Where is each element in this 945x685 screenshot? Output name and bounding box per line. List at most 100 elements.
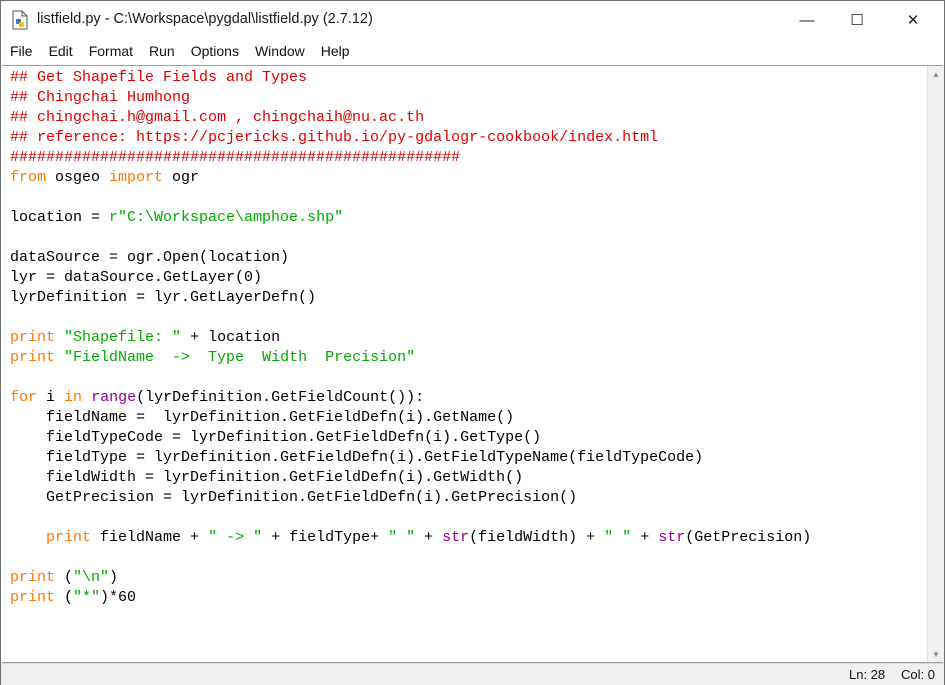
menu-format[interactable]: Format — [81, 39, 141, 63]
code-token-keyword: print — [10, 569, 56, 586]
code-token-plain: fieldName + — [91, 529, 209, 546]
code-token-keyword: from — [10, 169, 47, 186]
code-token-keyword: print — [10, 589, 56, 606]
menu-help[interactable]: Help — [313, 39, 358, 63]
code-token-plain: fieldName = lyrDefinition.GetFieldDefn(i… — [10, 409, 515, 426]
minimize-button[interactable]: — — [784, 1, 830, 39]
code-token-plain: ) — [109, 569, 119, 586]
scroll-up-arrow-icon[interactable]: ▲ — [928, 66, 944, 82]
line-number-indicator: Ln: 28 — [849, 667, 886, 682]
code-token-plain: + — [415, 529, 443, 546]
menu-edit[interactable]: Edit — [41, 39, 81, 63]
code-token-comment: ## Chingchai Humhong — [10, 89, 191, 106]
code-token-string: " " — [388, 529, 416, 546]
code-token-builtin: range — [91, 389, 137, 406]
code-token-plain: (GetPrecision) — [685, 529, 812, 546]
maximize-button[interactable]: ☐ — [834, 1, 880, 39]
code-token-plain: fieldWidth = lyrDefinition.GetFieldDefn(… — [10, 469, 524, 486]
python-file-icon — [12, 10, 28, 30]
code-token-keyword: print — [46, 529, 92, 546]
status-bar: Ln: 28 Col: 0 — [1, 663, 944, 685]
code-token-plain: lyr = dataSource.GetLayer(0) — [10, 269, 263, 286]
code-token-keyword: print — [10, 329, 56, 346]
code-line: fieldType = lyrDefinition.GetFieldDefn(i… — [10, 448, 925, 468]
code-line: print fieldName + " -> " + fieldType+ " … — [10, 528, 925, 548]
title-bar[interactable]: listfield.py - C:\Workspace\pygdal\listf… — [1, 1, 944, 39]
code-token-plain: )*60 — [100, 589, 137, 606]
code-line: print ("*")*60 — [10, 588, 925, 608]
editor-area: ## Get Shapefile Fields and Types ## Chin… — [2, 65, 944, 663]
menu-options[interactable]: Options — [183, 39, 247, 63]
code-token-keyword: for — [10, 389, 38, 406]
code-token-keyword: print — [10, 349, 56, 366]
code-line: print "Shapefile: " + location — [10, 328, 925, 348]
code-token-plain: lyrDefinition = lyr.GetLayerDefn() — [10, 289, 317, 306]
code-line: for i in range(lyrDefinition.GetFieldCou… — [10, 388, 925, 408]
code-editor[interactable]: ## Get Shapefile Fields and Types ## Chin… — [10, 68, 925, 660]
code-line: location = r"C:\Workspace\amphoe.shp" — [10, 208, 925, 228]
code-line: from osgeo import ogr — [10, 168, 925, 188]
code-token-plain: i — [37, 389, 65, 406]
code-token-plain: (fieldWidth) + — [469, 529, 605, 546]
column-number-indicator: Col: 0 — [901, 667, 935, 682]
code-token-plain: GetPrecision = lyrDefinition.GetFieldDef… — [10, 489, 578, 506]
code-line: ########################################… — [10, 148, 925, 168]
code-token-comment: ## reference: https://pcjericks.github.i… — [10, 129, 659, 146]
code-token-keyword: import — [109, 169, 164, 186]
code-token-string: r"C:\Workspace\amphoe.shp" — [109, 209, 344, 226]
code-token-plain: fieldTypeCode = lyrDefinition.GetFieldDe… — [10, 429, 542, 446]
code-token-string: "FieldName -> Type Width Precision" — [64, 349, 416, 366]
code-token-string: " " — [604, 529, 632, 546]
code-token-plain: + fieldType+ — [262, 529, 389, 546]
code-token-plain: dataSource = ogr.Open(location) — [10, 249, 290, 266]
code-token-plain: (lyrDefinition.GetFieldCount()): — [136, 389, 425, 406]
vertical-scrollbar[interactable]: ▲ ▼ — [927, 66, 944, 662]
menu-window[interactable]: Window — [247, 39, 313, 63]
code-token-comment: ########################################… — [10, 149, 461, 166]
code-line: lyrDefinition = lyr.GetLayerDefn() — [10, 288, 925, 308]
scroll-thumb[interactable] — [930, 83, 942, 645]
code-token-plain: osgeo — [46, 169, 110, 186]
code-line: fieldTypeCode = lyrDefinition.GetFieldDe… — [10, 428, 925, 448]
code-token-plain: + — [631, 529, 659, 546]
scroll-down-arrow-icon[interactable]: ▼ — [928, 646, 944, 662]
code-token-plain: ( — [55, 589, 74, 606]
maximize-icon: ☐ — [850, 12, 864, 29]
code-line: lyr = dataSource.GetLayer(0) — [10, 268, 925, 288]
code-line: ## chingchai.h@gmail.com , chingchaih@nu… — [10, 108, 925, 128]
idle-editor-window: listfield.py - C:\Workspace\pygdal\listf… — [0, 0, 945, 685]
code-token-plain: ( — [55, 569, 74, 586]
code-token-plain: fieldType = lyrDefinition.GetFieldDefn(i… — [10, 449, 704, 466]
code-line: print "FieldName -> Type Width Precision… — [10, 348, 925, 368]
menu-file[interactable]: File — [1, 39, 41, 63]
code-token-string: "*" — [73, 589, 101, 606]
code-token-keyword: in — [64, 389, 83, 406]
code-line: fieldWidth = lyrDefinition.GetFieldDefn(… — [10, 468, 925, 488]
code-token-comment: ## chingchai.h@gmail.com , chingchaih@nu… — [10, 109, 425, 126]
code-token-string: "\n" — [73, 569, 110, 586]
code-line: dataSource = ogr.Open(location) — [10, 248, 925, 268]
code-line: fieldName = lyrDefinition.GetFieldDefn(i… — [10, 408, 925, 428]
code-token-builtin: str — [658, 529, 686, 546]
menu-bar: File Edit Format Run Options Window Help — [1, 39, 944, 63]
code-token-plain: ogr — [163, 169, 200, 186]
code-token-string: " -> " — [208, 529, 263, 546]
close-icon: ✕ — [906, 12, 920, 29]
code-line: ## reference: https://pcjericks.github.i… — [10, 128, 925, 148]
code-token-builtin: str — [442, 529, 470, 546]
code-token-string: "Shapefile: " — [64, 329, 182, 346]
close-button[interactable]: ✕ — [890, 1, 936, 39]
code-line: ## Get Shapefile Fields and Types — [10, 68, 925, 88]
code-token-comment: ## Get Shapefile Fields and Types — [10, 69, 308, 86]
code-token-plain: + location — [181, 329, 281, 346]
code-token-plain: location = — [10, 209, 110, 226]
menu-run[interactable]: Run — [141, 39, 183, 63]
